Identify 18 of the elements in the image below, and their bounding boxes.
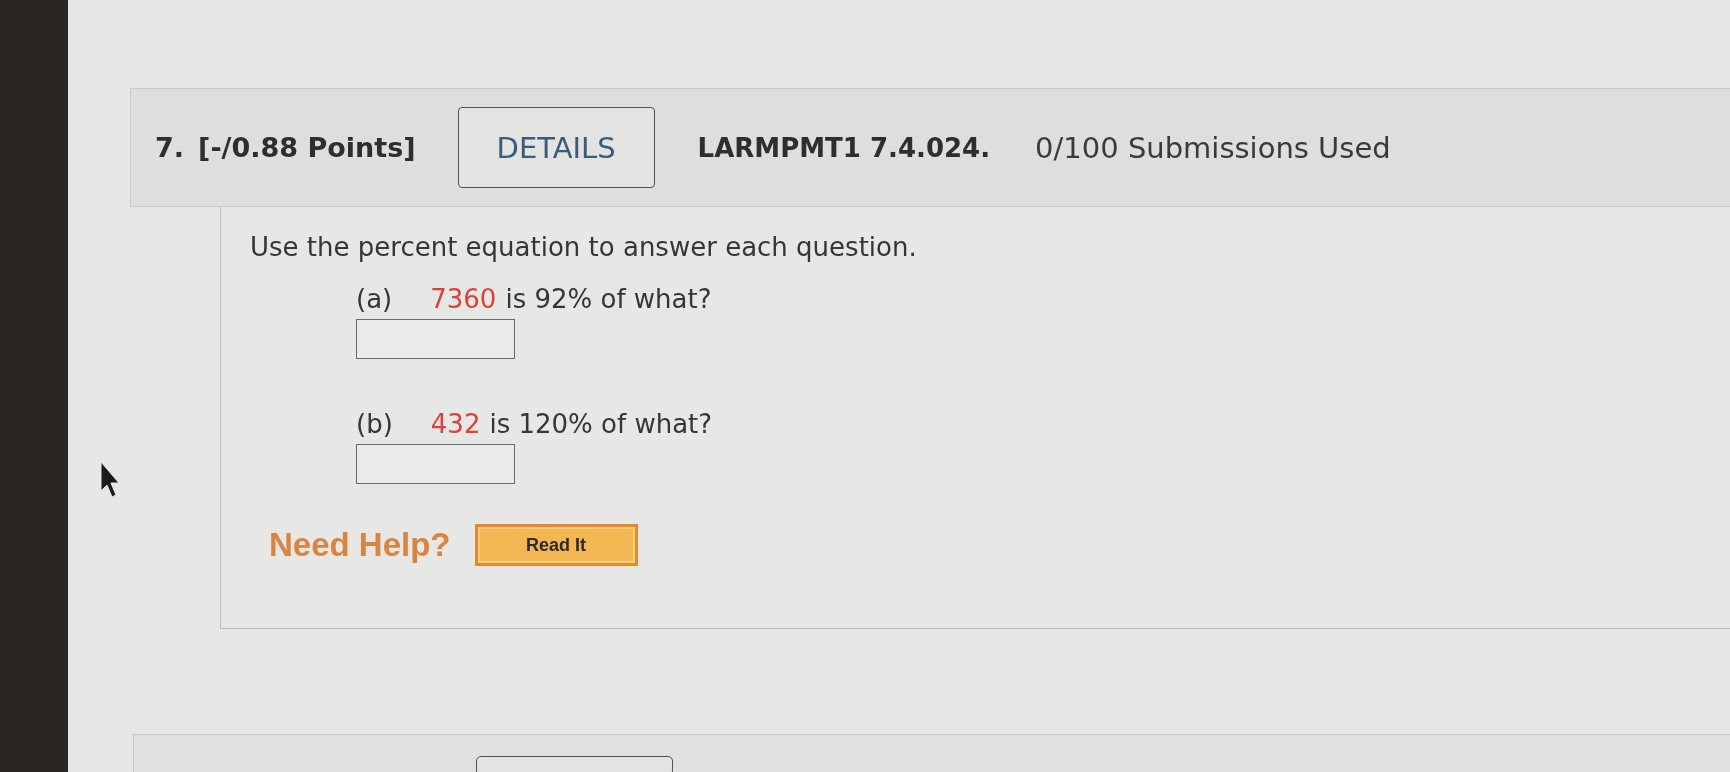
partial-button[interactable] — [476, 756, 673, 772]
cursor-icon — [100, 461, 120, 499]
question-code: LARMPMT1 7.4.024. — [697, 132, 991, 163]
given-number: 432 — [430, 409, 481, 439]
answer-field[interactable] — [356, 319, 515, 359]
read-it-button[interactable]: Read It — [474, 524, 638, 566]
need-help-label: Need Help? — [269, 526, 451, 564]
question-text: is 92% of what? — [505, 284, 712, 314]
given-number: 7360 — [430, 284, 497, 314]
submissions-label: 0/100 Submissions Used — [1035, 130, 1391, 165]
points-label: [-/0.88 Points] — [198, 132, 416, 163]
part-label: (b) — [356, 409, 393, 439]
question-text: is 120% of what? — [489, 409, 713, 439]
details-button[interactable]: DETAILS — [457, 107, 655, 188]
question-number: 7. — [155, 132, 185, 163]
answer-field[interactable] — [356, 444, 515, 484]
part-label: (a) — [356, 284, 393, 314]
question-prompt: Use the percent equation to answer each question. — [250, 232, 918, 262]
